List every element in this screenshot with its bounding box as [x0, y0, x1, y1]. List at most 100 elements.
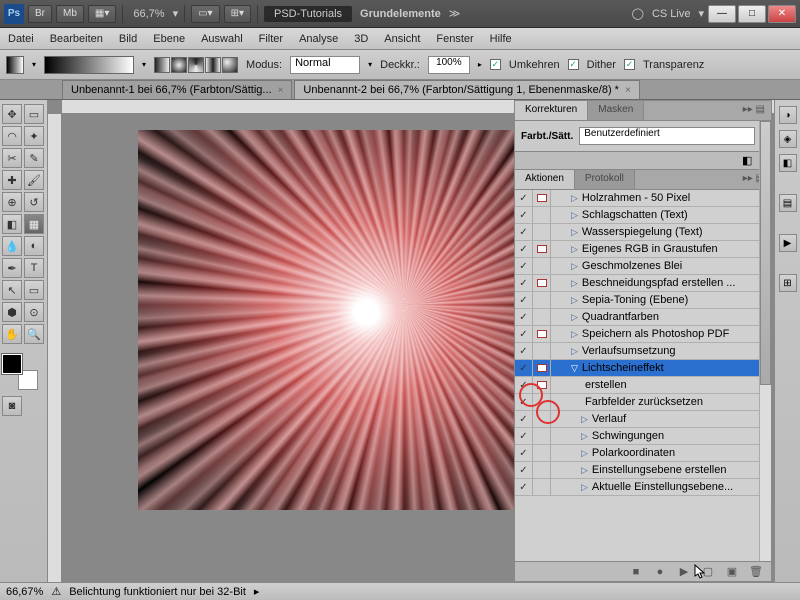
- scrollbar[interactable]: [759, 190, 771, 561]
- move-tool[interactable]: ✥: [2, 104, 22, 124]
- deckkr-input[interactable]: 100%: [428, 56, 470, 74]
- menu-fenster[interactable]: Fenster: [436, 33, 473, 45]
- action-toggle-checkbox[interactable]: ✓: [515, 241, 533, 257]
- expand-icon[interactable]: ▽: [571, 363, 578, 374]
- modus-select[interactable]: Normal: [290, 56, 360, 74]
- hand-tool[interactable]: ✋: [2, 324, 22, 344]
- arrange-button[interactable]: ⊞▾: [224, 5, 251, 23]
- marquee-tool[interactable]: ▭: [24, 104, 44, 124]
- action-dialog-toggle[interactable]: [533, 292, 551, 308]
- color-swatches[interactable]: [2, 354, 38, 390]
- close-icon[interactable]: ×: [278, 85, 284, 96]
- action-row[interactable]: ✓▷Speichern als Photoshop PDF: [515, 326, 771, 343]
- gradient-tool[interactable]: ▦: [24, 214, 44, 234]
- path-tool[interactable]: ↖: [2, 280, 22, 300]
- color-panel-icon[interactable]: ◑: [779, 106, 797, 124]
- tool-preset-icon[interactable]: [6, 56, 24, 74]
- minimize-button[interactable]: —: [708, 5, 736, 23]
- action-dialog-toggle[interactable]: [533, 326, 551, 342]
- new-action-icon[interactable]: ▣: [725, 565, 739, 579]
- action-row[interactable]: ✓▷Beschneidungspfad erstellen ...: [515, 275, 771, 292]
- brush-tool[interactable]: 🖌: [24, 170, 44, 190]
- gradient-reflected-icon[interactable]: [205, 57, 221, 73]
- action-row[interactable]: ✓▷Quadrantfarben: [515, 309, 771, 326]
- play-icon[interactable]: ▶: [677, 565, 691, 579]
- bridge-button[interactable]: Br: [28, 5, 52, 23]
- action-row[interactable]: ✓▷Holzrahmen - 50 Pixel: [515, 190, 771, 207]
- action-row[interactable]: ✓erstellen: [515, 377, 771, 394]
- adjustment-icon[interactable]: ◧: [742, 154, 752, 167]
- expand-icon[interactable]: ▷: [571, 329, 578, 340]
- gradient-diamond-icon[interactable]: [222, 57, 238, 73]
- action-row[interactable]: ✓▷Geschmolzenes Blei: [515, 258, 771, 275]
- expand-icon[interactable]: ▷: [581, 414, 588, 425]
- expand-icon[interactable]: ▷: [571, 261, 578, 272]
- action-row[interactable]: ✓▷Schwingungen: [515, 428, 771, 445]
- eraser-tool[interactable]: ◧: [2, 214, 22, 234]
- action-dialog-toggle[interactable]: [533, 190, 551, 206]
- action-dialog-toggle[interactable]: [533, 479, 551, 495]
- history-panel-icon[interactable]: ▶: [779, 234, 797, 252]
- menu-ansicht[interactable]: Ansicht: [384, 33, 420, 45]
- expand-icon[interactable]: ▷: [571, 312, 578, 323]
- gradient-preview[interactable]: [44, 56, 134, 74]
- action-dialog-toggle[interactable]: [533, 411, 551, 427]
- expand-icon[interactable]: ▷: [571, 278, 578, 289]
- action-dialog-toggle[interactable]: [533, 241, 551, 257]
- tab-korrekturen[interactable]: Korrekturen: [515, 101, 588, 120]
- minibridge-button[interactable]: Mb: [56, 5, 84, 23]
- action-row[interactable]: ✓▷Verlaufsumsetzung: [515, 343, 771, 360]
- lasso-tool[interactable]: ◠: [2, 126, 22, 146]
- action-row[interactable]: ✓▷Sepia-Toning (Ebene): [515, 292, 771, 309]
- canvas[interactable]: [138, 130, 518, 510]
- trash-icon[interactable]: 🗑: [749, 565, 763, 579]
- action-row[interactable]: ✓▷Eigenes RGB in Graustufen: [515, 241, 771, 258]
- menu-hilfe[interactable]: Hilfe: [490, 33, 512, 45]
- styles-panel-icon[interactable]: ◧: [779, 154, 797, 172]
- 3d-camera-tool[interactable]: ⊙: [24, 302, 44, 322]
- document-tab-2[interactable]: Unbenannt-2 bei 66,7% (Farbton/Sättigung…: [294, 80, 639, 99]
- crop-tool[interactable]: ✂: [2, 148, 22, 168]
- heal-tool[interactable]: ✚: [2, 170, 22, 190]
- swatches-panel-icon[interactable]: ◈: [779, 130, 797, 148]
- action-dialog-toggle[interactable]: [533, 258, 551, 274]
- action-toggle-checkbox[interactable]: ✓: [515, 224, 533, 240]
- actions-list[interactable]: ✓▷Holzrahmen - 50 Pixel✓▷Schlagschatten …: [515, 190, 771, 561]
- screen-mode-button[interactable]: ▦▾: [88, 5, 116, 23]
- action-toggle-checkbox[interactable]: ✓: [515, 428, 533, 444]
- menu-analyse[interactable]: Analyse: [299, 33, 338, 45]
- close-button[interactable]: ✕: [768, 5, 796, 23]
- action-toggle-checkbox[interactable]: ✓: [515, 462, 533, 478]
- history-brush-tool[interactable]: ↺: [24, 192, 44, 212]
- expand-icon[interactable]: ▷: [571, 210, 578, 221]
- action-row[interactable]: ✓▷Einstellungsebene erstellen: [515, 462, 771, 479]
- tab-protokoll[interactable]: Protokoll: [575, 170, 635, 189]
- tab-aktionen[interactable]: Aktionen: [515, 170, 575, 189]
- action-dialog-toggle[interactable]: [533, 445, 551, 461]
- dodge-tool[interactable]: ◐: [24, 236, 44, 256]
- action-dialog-toggle[interactable]: [533, 360, 551, 376]
- layers-panel-icon[interactable]: ▤: [779, 194, 797, 212]
- eyedropper-tool[interactable]: ✎: [24, 148, 44, 168]
- action-row[interactable]: ✓▷Wasserspiegelung (Text): [515, 224, 771, 241]
- action-row[interactable]: ✓▷Verlauf: [515, 411, 771, 428]
- maximize-button[interactable]: □: [738, 5, 766, 23]
- quickmask-button[interactable]: ◙: [2, 396, 22, 416]
- menu-filter[interactable]: Filter: [259, 33, 283, 45]
- action-row[interactable]: ✓▷Polarkoordinaten: [515, 445, 771, 462]
- expand-icon[interactable]: ▷: [581, 482, 588, 493]
- action-toggle-checkbox[interactable]: ✓: [515, 343, 533, 359]
- action-row[interactable]: ✓Farbfelder zurücksetzen: [515, 394, 771, 411]
- ruler-vertical[interactable]: [48, 114, 62, 582]
- gradient-radial-icon[interactable]: [171, 57, 187, 73]
- expand-icon[interactable]: ▷: [571, 346, 578, 357]
- action-toggle-checkbox[interactable]: ✓: [515, 292, 533, 308]
- action-dialog-toggle[interactable]: [533, 224, 551, 240]
- action-dialog-toggle[interactable]: [533, 428, 551, 444]
- type-tool[interactable]: T: [24, 258, 44, 278]
- action-toggle-checkbox[interactable]: ✓: [515, 377, 533, 393]
- zoom-tool[interactable]: 🔍: [24, 324, 44, 344]
- expand-icon[interactable]: ▷: [571, 227, 578, 238]
- channels-panel-icon[interactable]: ⊞: [779, 274, 797, 292]
- action-row[interactable]: ✓▷Schlagschatten (Text): [515, 207, 771, 224]
